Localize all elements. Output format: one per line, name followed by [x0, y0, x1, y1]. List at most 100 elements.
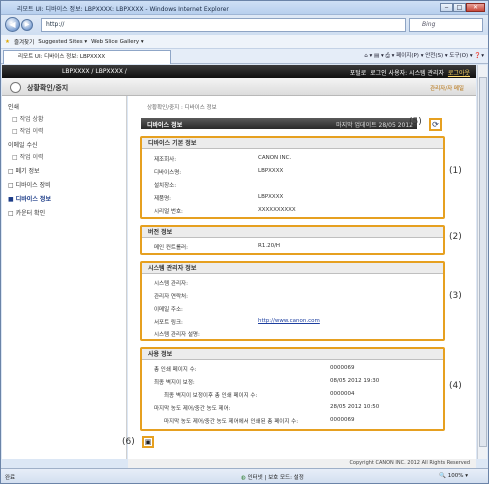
label-total-pages: 총 인쇄 페이지 수:	[154, 367, 197, 373]
url-input[interactable]: http://	[41, 18, 406, 32]
value-serial: XXXXXXXXXX	[258, 207, 296, 213]
sidebar-item-counter[interactable]: □ 카운터 확인	[8, 208, 45, 217]
home-icon[interactable]: ⌂ ▾	[364, 53, 374, 59]
status-home-icon	[10, 82, 21, 93]
label-admin: 시스템 관리자:	[154, 281, 188, 287]
feeds-icon[interactable]: ▤ ▾	[374, 53, 385, 59]
label-product-name: 제품명:	[154, 196, 172, 202]
label-serial: 시리얼 번호:	[154, 209, 183, 215]
section-header: 상황확인/중지 관리자/자 메일	[2, 78, 476, 96]
admin-mail-link[interactable]: 관리자/자 메일	[430, 84, 464, 92]
sidebar-item-device-info[interactable]: ■ 디바이스 정보	[8, 194, 51, 203]
zone-info: ◍ 인터넷 | 보호 모드: 설정	[241, 473, 304, 481]
tab-bar: 리모트 UI: 디바이스 정보: LBPXXXX ⌂ ▾ ▤ ▾ ⎙ ▾ 페이지…	[1, 49, 488, 64]
forward-icon[interactable]: ▶	[21, 19, 33, 31]
app-header: LBPXXXX / LBPXXXX / 포털로 로그인 사용자: 시스템 관리자…	[2, 65, 476, 78]
vertical-scrollbar[interactable]	[477, 65, 487, 459]
label-admin-contact: 관리자 연락처:	[154, 294, 188, 300]
suggested-sites-link[interactable]: Suggested Sites ▾	[38, 39, 87, 45]
admin-title: 시스템 관리자 정보	[142, 263, 443, 274]
label-pages-since-calibration: 최종 벽지이 보정이후 총 인쇄 페이지 수:	[164, 393, 258, 399]
favorites-bar: ★ 즐겨찾기 Suggested Sites ▾ Web Slice Galle…	[1, 35, 488, 49]
callout-2: (2)	[449, 232, 462, 242]
command-bar: ⌂ ▾ ▤ ▾ ⎙ ▾ 페이지(P) ▾ 안전(S) ▾ 도구(O) ▾ ❓▾	[364, 51, 484, 60]
callout-6: (6)	[122, 437, 135, 447]
label-manufacturer: 제조회사:	[154, 157, 177, 163]
page-title: 디바이스 정보	[147, 122, 183, 129]
maximize-button[interactable]: □	[453, 3, 466, 12]
label-support-link: 서포트 링크:	[154, 320, 183, 326]
sidebar-item-job-history[interactable]: □ 작업 이력	[12, 126, 44, 135]
callout-5: (5)	[409, 117, 422, 127]
logout-link[interactable]: 로그아웃	[448, 70, 470, 77]
globe-icon: ◍	[241, 475, 246, 481]
label-pages-since-density: 마지막 농도 제어/중간 농도 제어에서 인쇄된 총 페이지 수:	[164, 419, 299, 425]
sidebar-item-email-history[interactable]: □ 작업 이력	[12, 152, 44, 161]
value-total-pages: 0000069	[330, 365, 355, 371]
status-bar: 완료 ◍ 인터넷 | 보호 모드: 설정 🔍 100% ▾	[1, 468, 488, 483]
value-manufacturer: CANON INC.	[258, 155, 292, 161]
device-info-header: 디바이스 정보 마지막 업데이트 28/05 2012	[141, 118, 417, 129]
scrollbar-thumb[interactable]	[479, 77, 487, 447]
label-last-density: 마지막 농도 제어/중간 농도 제어:	[154, 406, 231, 412]
main-content: 상황확인/중지 : 디바이스 정보 디바이스 정보 마지막 업데이트 28/05…	[122, 96, 476, 459]
minimize-button[interactable]: ‒	[440, 3, 453, 12]
basic-info-title: 디바이스 기본 정보	[142, 138, 443, 149]
breadcrumb: 상황확인/중지 : 디바이스 정보	[147, 105, 217, 111]
usage-title: 사용 정보	[142, 349, 443, 360]
address-bar: ◀ ▶ http:// Bing	[1, 15, 488, 35]
value-device-name: LBPXXXX	[258, 168, 284, 174]
value-product-name: LBPXXXX	[258, 194, 284, 200]
refresh-icon[interactable]: ⟳	[429, 118, 442, 131]
zoom-value: 100%	[447, 473, 464, 479]
print-icon[interactable]: ⎙ ▾	[385, 53, 396, 59]
sidebar-item-error-info[interactable]: □ 폐기 정보	[8, 166, 40, 175]
label-device-name: 디바이스명:	[154, 170, 182, 176]
callout-1: (1)	[449, 166, 462, 176]
help-menu[interactable]: ❓▾	[474, 53, 484, 59]
status-text: 완료	[5, 475, 16, 481]
value-last-calibration: 08/05 2012 19:30	[330, 378, 380, 384]
basic-info-section: 디바이스 기본 정보 제조회사: CANON INC. 디바이스명: LBPXX…	[140, 136, 445, 219]
product-name: LBPXXXX / LBPXXXX /	[62, 68, 127, 75]
sidebar-item-print[interactable]: 인쇄	[8, 102, 19, 111]
zoom-level[interactable]: 🔍 100% ▾	[439, 473, 468, 479]
callout-4: (4)	[449, 381, 462, 391]
value-pages-since-density: 0000069	[330, 417, 355, 423]
close-button[interactable]: ✕	[466, 3, 485, 12]
user-info: 포털로 로그인 사용자: 시스템 관리자 로그아웃	[350, 68, 470, 77]
version-section: 버전 정보 메인 컨트롤러: R1.20/H	[140, 225, 445, 255]
value-last-density: 28/05 2012 10:50	[330, 404, 380, 410]
sidebar: 인쇄 □ 작업 상황 □ 작업 이력 이메일 수신 □ 작업 이력 □ 폐기 정…	[2, 96, 127, 459]
label-location: 설치장소:	[154, 183, 177, 189]
favorites-button[interactable]: 즐겨찾기	[14, 38, 34, 46]
back-icon[interactable]: ◀	[5, 17, 20, 32]
last-update: 마지막 업데이트 28/05 2012	[336, 122, 413, 129]
copyright: Copyright CANON INC. 2012 All Rights Res…	[128, 459, 476, 468]
window-title: 리모트 UI: 디바이스 정보: LBPXXXX: LBPXXXX - Wind…	[17, 6, 229, 13]
favorites-star-icon[interactable]: ★	[5, 39, 10, 45]
section-title: 상황확인/중지	[27, 84, 69, 92]
sidebar-item-email[interactable]: 이메일 수신	[8, 140, 38, 149]
tools-menu[interactable]: 도구(O) ▾	[449, 53, 472, 59]
page-menu[interactable]: 페이지(P) ▾	[396, 53, 423, 59]
usage-section: 사용 정보 총 인쇄 페이지 수: 0000069 최종 벽지이 보정: 08/…	[140, 347, 445, 431]
browser-tab[interactable]: 리모트 UI: 디바이스 정보: LBPXXXX	[3, 50, 171, 64]
label-main-controller: 메인 컨트롤러:	[154, 245, 188, 251]
value-main-controller: R1.20/H	[258, 243, 281, 249]
web-slice-gallery-link[interactable]: Web Slice Gallery ▾	[91, 39, 144, 45]
zone-text: 인터넷 | 보호 모드: 설정	[247, 475, 304, 481]
sidebar-item-job-status[interactable]: □ 작업 상황	[12, 114, 44, 123]
page-top-icon[interactable]: ▣	[142, 436, 154, 448]
search-input[interactable]: Bing	[409, 18, 483, 32]
portal-link[interactable]: 포털로	[350, 70, 367, 77]
callout-3: (3)	[449, 291, 462, 301]
browser-window: 리모트 UI: 디바이스 정보: LBPXXXX: LBPXXXX - Wind…	[0, 0, 489, 484]
label-last-calibration: 최종 벽지이 보정:	[154, 380, 195, 386]
sidebar-item-consumables[interactable]: □ 디바이스 장비	[8, 180, 51, 189]
safety-menu[interactable]: 안전(S) ▾	[425, 53, 447, 59]
label-email: 이메일 주소:	[154, 307, 183, 313]
value-pages-since-calibration: 0000004	[330, 391, 355, 397]
support-link[interactable]: http://www.canon.com	[258, 318, 320, 324]
version-title: 버전 정보	[142, 227, 443, 238]
